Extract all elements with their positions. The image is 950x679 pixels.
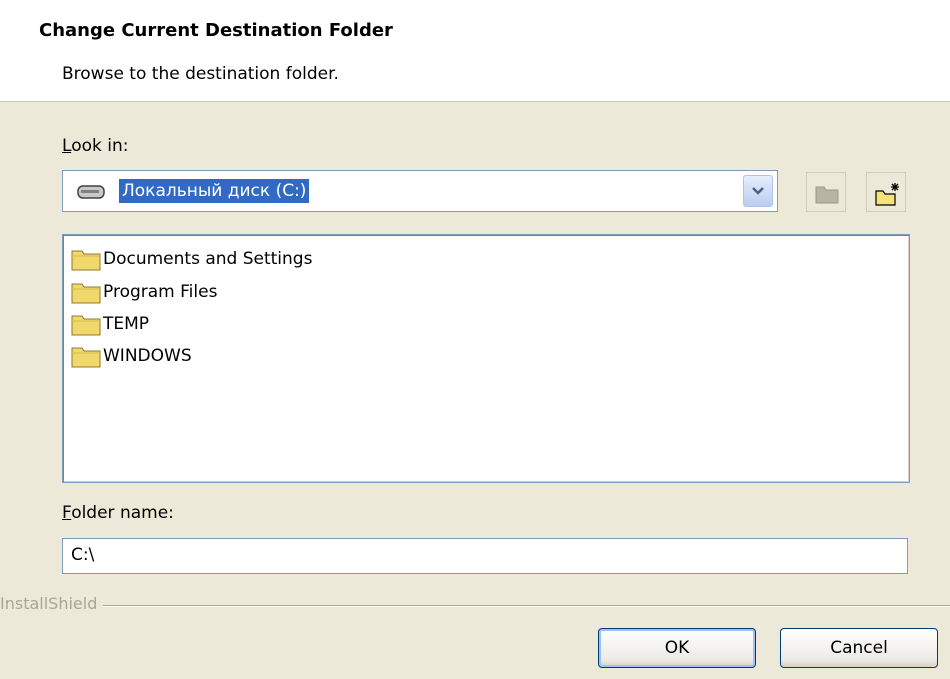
look-in-accelerator: L [62,136,72,156]
chevron-down-icon [752,187,764,195]
folder-name-accelerator: F [62,503,72,523]
list-item[interactable]: TEMP [71,310,149,338]
up-folder-icon [815,186,839,204]
installshield-brand: InstallShield [0,594,104,613]
dialog-subtitle: Browse to the destination folder. [62,64,339,84]
folder-name: Program Files [103,282,218,302]
folder-name-input[interactable]: C:\ [62,538,908,574]
new-folder-icon [875,183,899,206]
folder-name: TEMP [103,314,150,334]
folder-name-label: Folder name: [62,503,174,523]
list-item[interactable]: WINDOWS [71,342,192,370]
folder-icon [71,315,101,336]
dialog-title: Change Current Destination Folder [39,20,393,41]
combobox-dropdown-button[interactable] [743,175,773,207]
folder-name: WINDOWS [103,346,192,366]
ok-button[interactable]: OK [598,628,756,668]
create-new-folder-button[interactable] [866,172,906,212]
separator-line [0,605,950,607]
drive-icon [77,185,105,199]
look-in-combobox[interactable]: Локальный диск (C:) [62,170,778,212]
up-one-level-button[interactable] [806,172,846,212]
look-in-selected-value: Локальный диск (C:) [119,179,310,203]
list-item[interactable]: Program Files [71,278,217,306]
list-item[interactable]: Documents and Settings [71,245,312,273]
folder-icon [71,250,101,271]
look-in-label: Look in: [62,136,128,156]
folder-icon [71,347,101,368]
folder-name-label-text: older name: [71,503,174,523]
folder-list[interactable]: Documents and Settings Program Files TEM… [62,234,910,483]
folder-icon [71,283,101,304]
dialog-header: Change Current Destination Folder Browse… [0,0,950,102]
look-in-label-text: ook in: [71,136,129,156]
cancel-button[interactable]: Cancel [780,628,938,668]
folder-name: Documents and Settings [103,249,313,269]
